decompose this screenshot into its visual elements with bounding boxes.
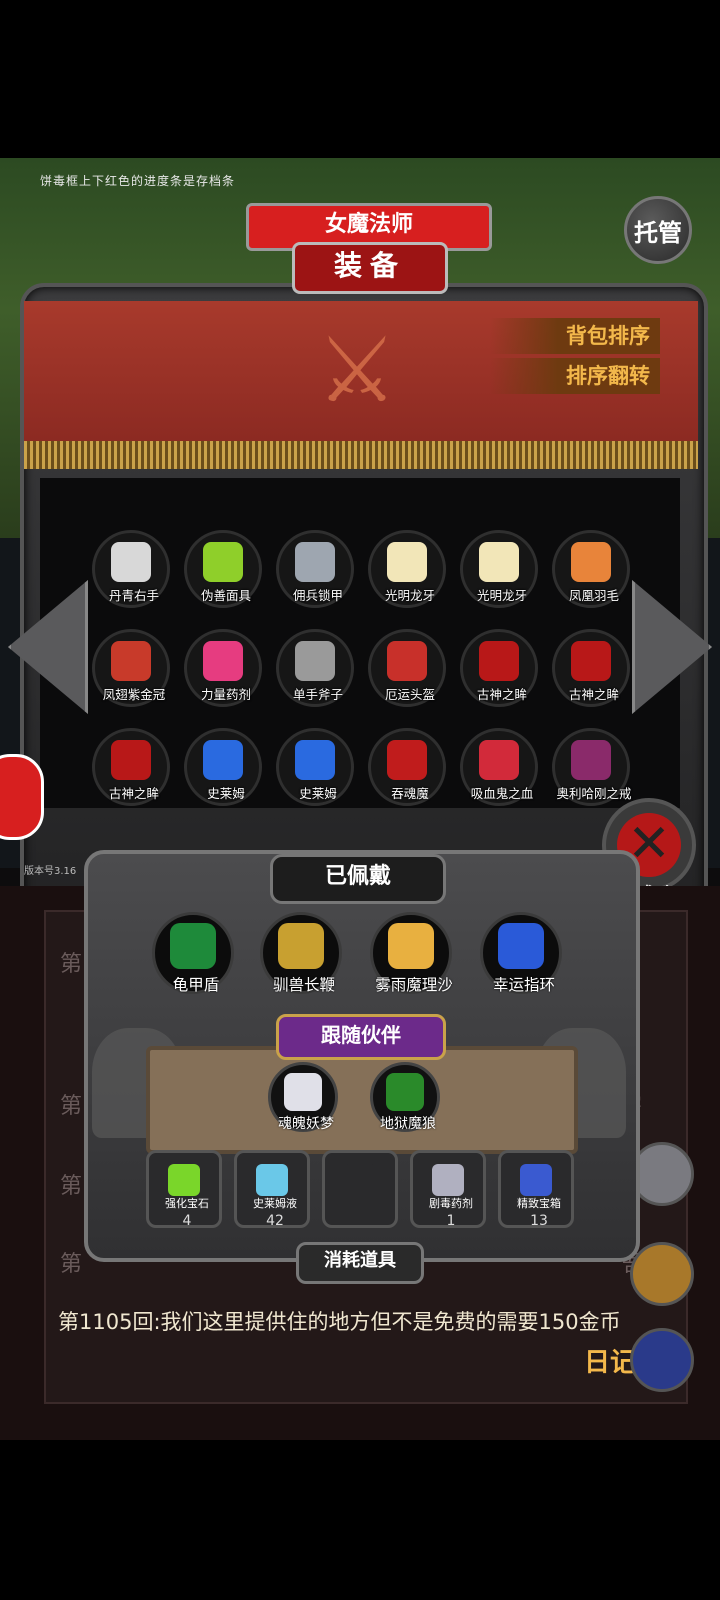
equipped-icon [498,923,544,969]
item-icon [203,641,243,681]
consumable-slot[interactable] [322,1150,398,1228]
equipped-icon [170,923,216,969]
item-icon [479,542,519,582]
consumable-count: 13 [530,1213,548,1229]
story-mark: 第 [60,1252,83,1277]
consumable-slot[interactable]: 史莱姆液 42 [234,1150,310,1229]
consumable-count: 42 [266,1213,284,1229]
equipped-label: 龟甲盾 [172,976,220,994]
inventory-item[interactable]: 古神之眸 [460,629,538,707]
companion-label: 魂魄妖梦 [278,1116,334,1132]
companion-panel [146,1046,578,1154]
inventory-item[interactable]: 史莱姆 [276,728,354,806]
tavern-mug-icon[interactable] [630,1242,694,1306]
consumables-title: 消耗道具 [296,1242,424,1284]
item-icon [571,641,611,681]
inventory-item[interactable]: 奥利哈刚之戒 [552,728,632,806]
item-icon [111,542,151,582]
consumable-icon [256,1164,288,1196]
inventory-item[interactable]: 单手斧子 [276,629,354,707]
diary-button[interactable]: 日记 [584,1342,636,1379]
companion-slot[interactable]: 魂魄妖梦 [268,1062,338,1132]
panel-title: 装备 [292,242,448,294]
inventory-item[interactable]: 伪善面具 [184,530,262,608]
item-icon [295,740,335,780]
consumable-label: 史莱姆液 [253,1197,297,1210]
consumable-count: 1 [446,1213,456,1229]
consumable-icon [520,1164,552,1196]
consumable-icon [168,1164,200,1196]
consumable-label: 强化宝石 [165,1197,209,1210]
item-icon [571,740,611,780]
item-icon [387,542,427,582]
banner-fringe [24,441,698,469]
story-mark: 第 [60,952,83,977]
companion-slot[interactable]: 地狱魔狼 [370,1062,440,1132]
inventory-item[interactable]: 史莱姆 [184,728,262,806]
inventory-item[interactable]: 力量药剂 [184,629,262,707]
equipped-item[interactable]: 幸运指环 [480,912,562,994]
item-icon [387,740,427,780]
companion-icon [386,1073,424,1111]
item-icon [111,740,151,780]
item-icon [111,641,151,681]
inventory-item[interactable]: 吸血鬼之血 [460,728,538,806]
hint-text: 饼毒框上下红色的进度条是存档条 [40,174,236,188]
story-mark: 第 [60,1094,83,1119]
item-icon [571,542,611,582]
equipped-label: 幸运指环 [492,976,555,994]
equipped-icon [388,923,434,969]
item-icon [479,641,519,681]
game-viewport: 饼毒框上下红色的进度条是存档条 托管 ⚔ 女魔法师 装备 背包排序 排序翻转 丹… [0,158,720,1440]
consumable-label: 剧毒药剂 [429,1197,473,1210]
inventory-item[interactable]: 凤翅紫金冠 [92,629,170,707]
item-icon [295,542,335,582]
consumable-icon [344,1164,376,1196]
item-icon [387,641,427,681]
inventory-item[interactable]: 佣兵锁甲 [276,530,354,608]
consumable-slot[interactable]: 精致宝箱 13 [498,1150,574,1229]
inventory-item[interactable]: 光明龙牙 [460,530,538,608]
companion-title: 跟随伙伴 [276,1014,446,1060]
item-icon [203,740,243,780]
crossed-swords-emblem-icon: ⚔ [316,318,398,423]
consumable-label: 精致宝箱 [517,1197,561,1210]
story-mark: 第 [60,1174,83,1199]
inventory-item[interactable]: 古神之眸 [552,629,630,707]
inventory-item[interactable]: 古神之眸 [92,728,170,806]
equipped-icon [278,923,324,969]
equipped-label: 雾雨魔理沙 [375,976,453,994]
consumable-count: 4 [182,1213,192,1229]
sort-flip-button[interactable]: 排序翻转 [490,358,660,394]
sort-bag-button[interactable]: 背包排序 [490,318,660,354]
companion-icon [284,1073,322,1111]
equipped-item[interactable]: 驯兽长鞭 [260,912,342,994]
item-label: 古神之眸 [568,687,619,702]
profile-button[interactable] [0,754,44,840]
consumable-icon [432,1164,464,1196]
equipped-item[interactable]: 龟甲盾 [152,912,234,994]
consumable-slot[interactable]: 强化宝石 4 [146,1150,222,1229]
equipped-item[interactable]: 雾雨魔理沙 [370,912,453,994]
inventory-item[interactable]: 丹青右手 [92,530,170,608]
inventory-item[interactable]: 凤凰羽毛 [552,530,630,608]
story-line: 第1105回:我们这里提供住的地方但不是免费的需要150金币 [58,1310,621,1334]
inventory-item[interactable]: 吞魂魔 [368,728,446,806]
diary-book-icon[interactable] [630,1328,694,1392]
item-icon [203,542,243,582]
item-icon [295,641,335,681]
companion-label: 地狱魔狼 [380,1116,436,1132]
item-label: 凤凰羽毛 [568,588,619,603]
consumable-slot[interactable]: 剧毒药剂 1 [410,1150,486,1229]
inventory-item[interactable]: 光明龙牙 [368,530,446,608]
auto-play-button[interactable]: 托管 [624,196,692,264]
item-icon [479,740,519,780]
equipped-title: 已佩戴 [270,854,446,904]
inventory-item[interactable]: 厄运头盔 [368,629,446,707]
version-label: 版本号3.16 [24,866,77,877]
equipped-label: 驯兽长鞭 [272,976,335,994]
